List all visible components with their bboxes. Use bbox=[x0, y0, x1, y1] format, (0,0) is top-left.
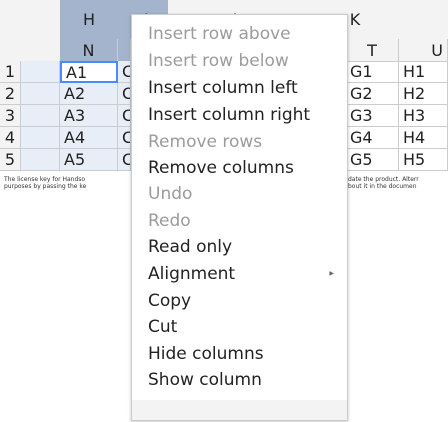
menu-item-remove-columns[interactable]: Remove columns bbox=[148, 158, 294, 178]
cell[interactable]: H4 bbox=[399, 127, 448, 149]
menu-item-remove-rows[interactable]: Remove rows bbox=[148, 132, 262, 152]
menu-item-insert-column-left[interactable]: Insert column left bbox=[148, 78, 298, 98]
cell[interactable]: C bbox=[118, 105, 131, 127]
submenu-arrow-icon: ▶ bbox=[329, 270, 334, 277]
cell[interactable]: A4 bbox=[60, 127, 118, 149]
cell[interactable] bbox=[21, 127, 60, 149]
cell[interactable] bbox=[21, 105, 60, 127]
cell[interactable]: A2 bbox=[60, 83, 118, 105]
cell[interactable]: G3 bbox=[346, 105, 399, 127]
row-header-3[interactable]: 3 bbox=[0, 105, 21, 127]
cell[interactable]: A3 bbox=[60, 105, 118, 127]
cell[interactable]: G4 bbox=[346, 127, 399, 149]
row-header-4[interactable]: 4 bbox=[0, 127, 21, 149]
column-header-n[interactable]: N bbox=[60, 39, 118, 61]
license-line: bout it in the documen bbox=[348, 183, 417, 190]
column-header-partial[interactable] bbox=[118, 39, 131, 61]
license-line: purposes by passing the ke bbox=[4, 183, 87, 190]
cell[interactable]: C bbox=[118, 83, 131, 105]
cell[interactable]: C bbox=[118, 61, 131, 83]
license-line: date the product. Alterr bbox=[348, 176, 419, 183]
cell-active[interactable]: A1 bbox=[60, 61, 118, 83]
menu-item-hide-columns[interactable]: Hide columns bbox=[148, 344, 264, 364]
row-header-2[interactable]: 2 bbox=[0, 83, 21, 105]
cell[interactable]: G1 bbox=[346, 61, 399, 83]
row-header-5[interactable]: 5 bbox=[0, 149, 21, 171]
menu-item-show-column[interactable]: Show column bbox=[148, 370, 262, 390]
cell[interactable]: C bbox=[118, 149, 131, 171]
context-menu: Insert row above Insert row below Insert… bbox=[131, 14, 348, 421]
menu-item-insert-row-below[interactable]: Insert row below bbox=[148, 51, 289, 71]
cell[interactable]: A5 bbox=[60, 149, 118, 171]
license-line: The license key for Handso bbox=[4, 176, 86, 183]
menu-item-insert-row-above[interactable]: Insert row above bbox=[148, 24, 291, 44]
cell[interactable] bbox=[21, 61, 60, 83]
menu-item-undo[interactable]: Undo bbox=[148, 184, 192, 204]
cell[interactable]: C bbox=[118, 127, 131, 149]
menu-highlight bbox=[132, 400, 347, 420]
cell[interactable]: H5 bbox=[399, 149, 448, 171]
cell[interactable] bbox=[21, 83, 60, 105]
row-header-1[interactable]: 1 bbox=[0, 61, 21, 83]
menu-item-copy[interactable]: Copy bbox=[148, 291, 191, 311]
menu-item-alignment-label: Alignment bbox=[148, 264, 236, 284]
cell[interactable] bbox=[21, 149, 60, 171]
cell[interactable]: H2 bbox=[399, 83, 448, 105]
menu-item-alignment[interactable]: Alignment ▶ bbox=[148, 264, 338, 284]
menu-item-redo[interactable]: Redo bbox=[148, 211, 191, 231]
column-header-h[interactable]: H bbox=[60, 0, 118, 39]
menu-item-read-only[interactable]: Read only bbox=[148, 237, 232, 257]
column-header-u[interactable]: U bbox=[399, 39, 448, 61]
cell[interactable]: G2 bbox=[346, 83, 399, 105]
cell[interactable]: G5 bbox=[346, 149, 399, 171]
menu-item-insert-column-right[interactable]: Insert column right bbox=[148, 105, 310, 125]
license-notice-left: The license key for Handso purposes by p… bbox=[4, 176, 131, 190]
menu-item-cut[interactable]: Cut bbox=[148, 317, 177, 337]
column-header-t[interactable]: T bbox=[346, 39, 399, 61]
cell[interactable]: H3 bbox=[399, 105, 448, 127]
license-notice-right: date the product. Alterr bout it in the … bbox=[348, 176, 448, 190]
cell[interactable]: H1 bbox=[399, 61, 448, 83]
